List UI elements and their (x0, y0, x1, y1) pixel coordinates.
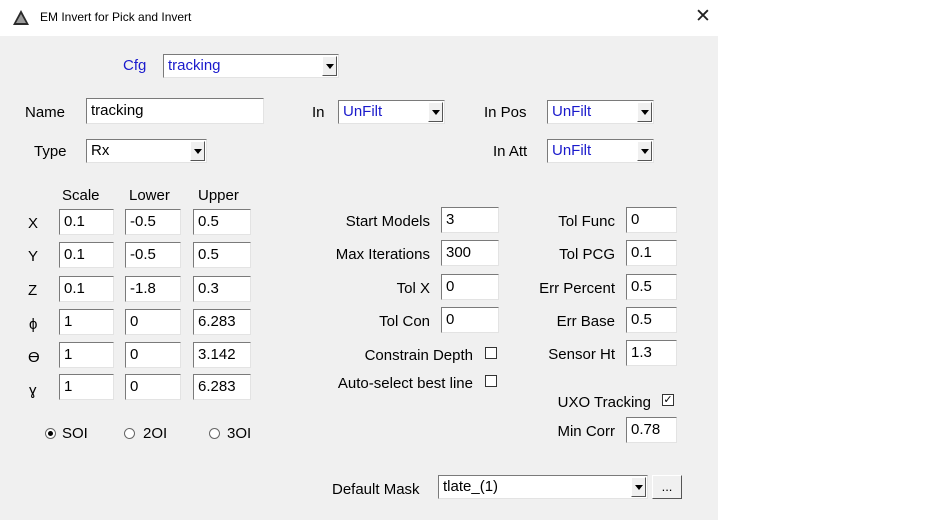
tol-pcg-field[interactable]: 0.1 (626, 240, 677, 266)
order-radio-label: SOI (62, 425, 88, 442)
param-row-label: ϴ (28, 349, 40, 366)
in-pos-dropdown[interactable]: UnFilt (547, 100, 654, 124)
tol-x-label: Tol X (396, 280, 430, 297)
window-title: EM Invert for Pick and Invert (40, 10, 192, 24)
constrain-depth-label: Constrain Depth (364, 347, 473, 364)
chevron-down-icon[interactable] (637, 141, 652, 161)
chevron-down-icon[interactable] (428, 102, 443, 122)
tol-func-label: Tol Func (558, 213, 615, 230)
order-radio-soi[interactable] (45, 428, 56, 439)
cfg-label: Cfg (123, 57, 147, 74)
em-invert-dialog: EM Invert for Pick and Invert ✕ Cfg trac… (0, 0, 718, 520)
tol-func-field[interactable]: 0 (626, 207, 677, 233)
browse-mask-button[interactable]: ... (652, 475, 682, 499)
max-iterations-field[interactable]: 300 (441, 240, 499, 266)
scale-header: Scale (62, 187, 100, 204)
in-dropdown[interactable]: UnFilt (338, 100, 445, 124)
scale-field[interactable]: 0.1 (59, 242, 114, 268)
uxo-tracking-label: UXO Tracking (557, 394, 651, 411)
upper-field[interactable]: 0.5 (193, 209, 251, 235)
min-corr-label: Min Corr (557, 423, 615, 440)
chevron-down-icon[interactable] (637, 102, 652, 122)
type-dropdown[interactable]: Rx (86, 139, 207, 163)
tol-pcg-label: Tol PCG (559, 246, 615, 263)
tol-x-field[interactable]: 0 (441, 274, 499, 300)
uxo-tracking-checkbox[interactable]: ✓ (662, 394, 674, 406)
constrain-depth-checkbox[interactable] (485, 347, 497, 359)
err-percent-field[interactable]: 0.5 (626, 274, 677, 300)
default-mask-label: Default Mask (332, 481, 420, 498)
name-label: Name (25, 104, 66, 121)
app-logo-icon (13, 10, 29, 25)
param-row-label: Z (28, 282, 38, 299)
scale-field[interactable]: 1 (59, 374, 114, 400)
upper-field[interactable]: 6.283 (193, 374, 251, 400)
lower-field[interactable]: 0 (125, 309, 181, 335)
scale-field[interactable]: 1 (59, 342, 114, 368)
err-base-field[interactable]: 0.5 (626, 307, 677, 333)
scale-field[interactable]: 0.1 (59, 276, 114, 302)
scale-field[interactable]: 0.1 (59, 209, 114, 235)
max-iterations-label: Max Iterations (335, 246, 430, 263)
name-field[interactable]: tracking (86, 98, 264, 124)
in-att-label: In Att (493, 143, 528, 160)
lower-field[interactable]: -1.8 (125, 276, 181, 302)
order-radio-3oi[interactable] (209, 428, 220, 439)
sensor-ht-field[interactable]: 1.3 (626, 340, 677, 366)
err-percent-label: Err Percent (539, 280, 615, 297)
min-corr-field[interactable]: 0.78 (626, 417, 677, 443)
default-mask-dropdown[interactable]: tlate_(1) (438, 475, 648, 499)
chevron-down-icon[interactable] (322, 56, 337, 76)
in-label: In (312, 104, 325, 121)
upper-field[interactable]: 0.3 (193, 276, 251, 302)
upper-header: Upper (198, 187, 239, 204)
default-mask-value: tlate_(1) (443, 478, 499, 495)
auto-select-label: Auto-select best line (337, 375, 473, 392)
upper-field[interactable]: 3.142 (193, 342, 251, 368)
type-label: Type (34, 143, 67, 160)
param-row-label: X (28, 215, 39, 232)
err-base-label: Err Base (556, 313, 615, 330)
start-models-field[interactable]: 3 (441, 207, 499, 233)
tol-con-label: Tol Con (379, 313, 430, 330)
in-value: UnFilt (343, 103, 383, 120)
cfg-dropdown[interactable]: tracking (163, 54, 339, 78)
close-icon[interactable]: ✕ (690, 5, 716, 31)
param-row-label: ϕ (29, 316, 38, 333)
sensor-ht-label: Sensor Ht (548, 346, 615, 363)
order-radio-label: 2OI (143, 425, 168, 442)
param-row-label: Y (28, 248, 39, 265)
lower-field[interactable]: 0 (125, 374, 181, 400)
lower-field[interactable]: -0.5 (125, 209, 181, 235)
lower-field[interactable]: -0.5 (125, 242, 181, 268)
upper-field[interactable]: 0.5 (193, 242, 251, 268)
type-value: Rx (91, 142, 110, 159)
order-radio-label: 3OI (227, 425, 252, 442)
tol-con-field[interactable]: 0 (441, 307, 499, 333)
start-models-label: Start Models (345, 213, 430, 230)
in-pos-value: UnFilt (552, 103, 592, 120)
in-att-value: UnFilt (552, 142, 592, 159)
in-att-dropdown[interactable]: UnFilt (547, 139, 654, 163)
in-pos-label: In Pos (484, 104, 527, 121)
scale-field[interactable]: 1 (59, 309, 114, 335)
auto-select-checkbox[interactable] (485, 375, 497, 387)
lower-field[interactable]: 0 (125, 342, 181, 368)
chevron-down-icon[interactable] (631, 477, 646, 497)
param-row-label: ɣ (29, 382, 37, 399)
lower-header: Lower (129, 187, 170, 204)
order-radio-2oi[interactable] (124, 428, 135, 439)
title-bar: EM Invert for Pick and Invert ✕ (0, 0, 718, 36)
cfg-value: tracking (168, 57, 221, 74)
upper-field[interactable]: 6.283 (193, 309, 251, 335)
chevron-down-icon[interactable] (190, 141, 205, 161)
